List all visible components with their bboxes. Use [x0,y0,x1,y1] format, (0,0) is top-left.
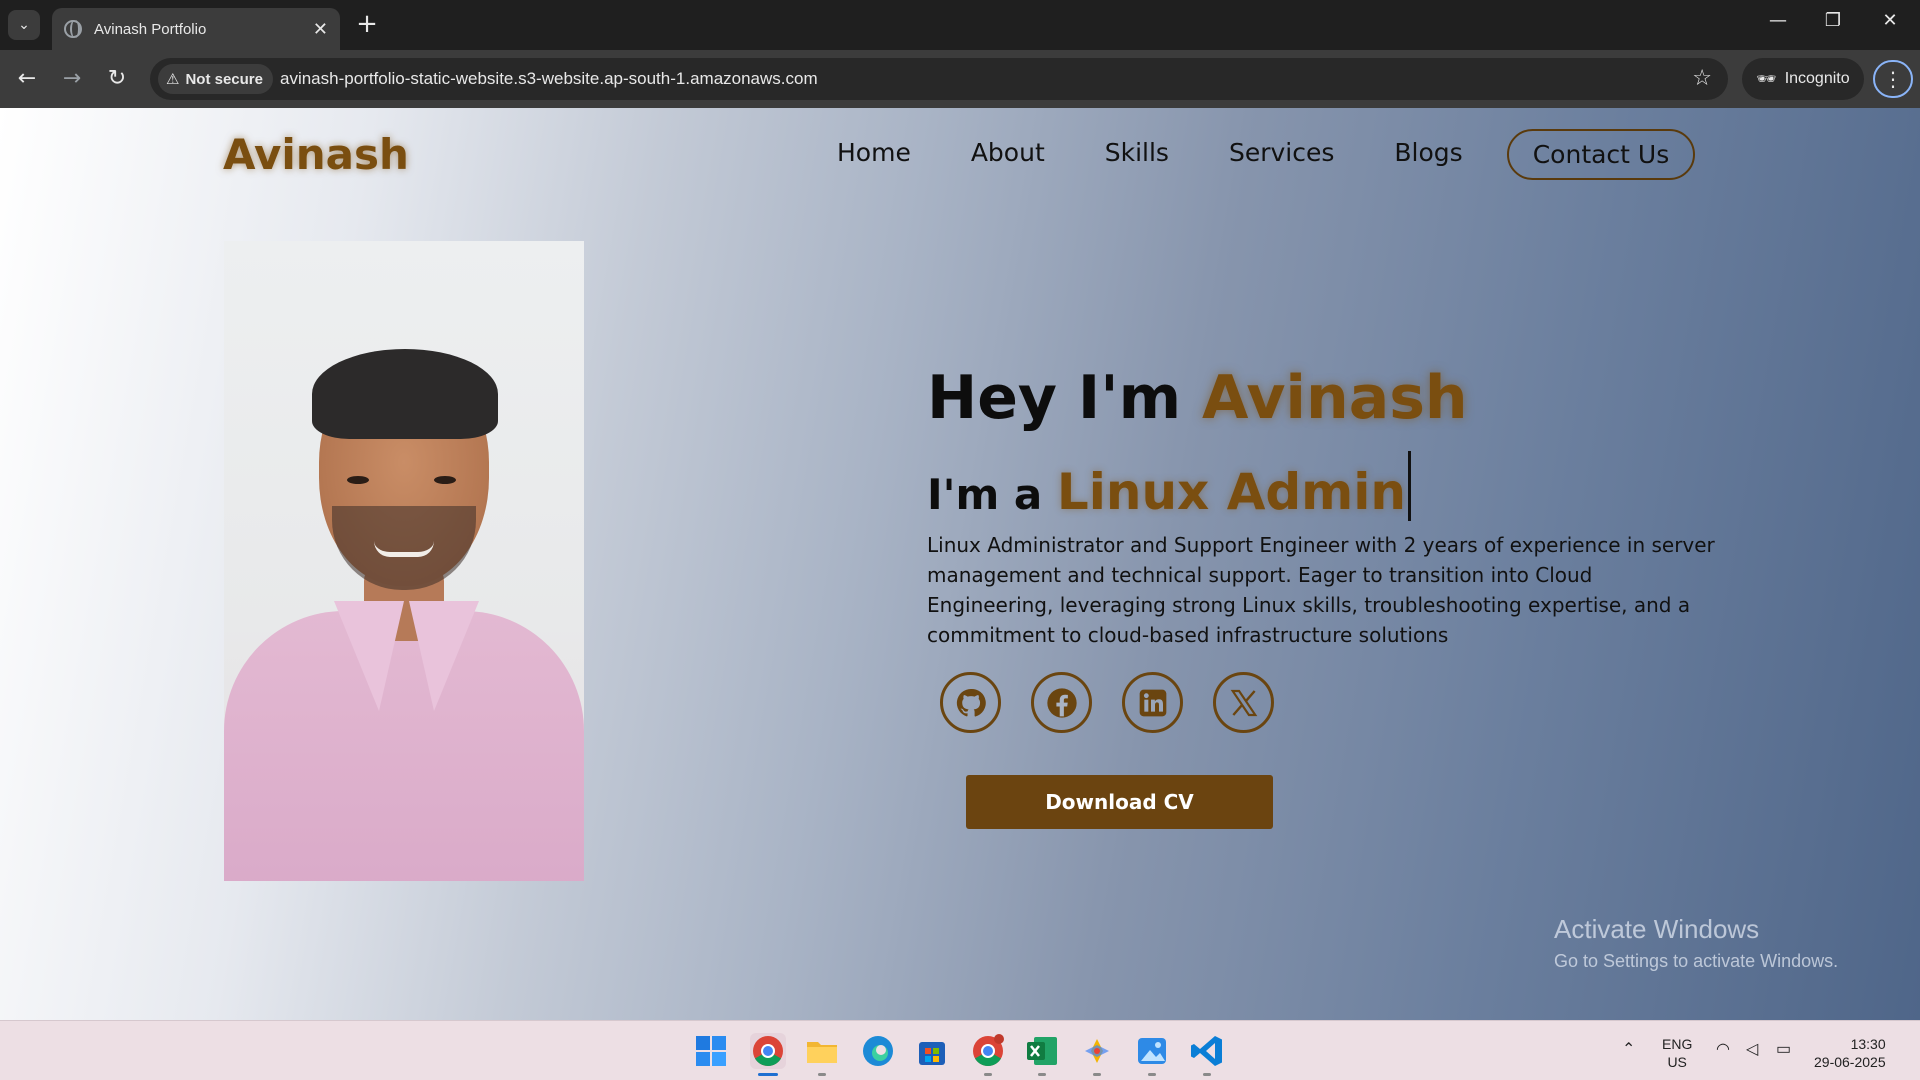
nav-services[interactable]: Services [1229,138,1334,167]
wifi-icon[interactable]: ◠ [1716,1041,1730,1059]
clock[interactable]: 13:30 29-06-2025 [1814,1035,1886,1071]
profile-photo [224,241,584,881]
close-window-button[interactable]: ✕ [1870,10,1910,31]
github-icon [956,688,986,716]
warning-icon: ⚠ [166,71,180,88]
browser-menu-button[interactable]: ⋮ [1873,60,1913,98]
volume-icon[interactable]: ◁ [1746,1041,1758,1059]
forward-button[interactable]: → [57,64,87,94]
reload-button[interactable]: ↻ [102,64,132,94]
hero-name: Avinash [1202,363,1468,433]
bookmark-star-icon[interactable]: ☆ [1692,66,1712,91]
app-indicator [984,1073,992,1076]
browser-tab[interactable]: Avinash Portfolio ✕ [52,8,340,50]
activate-windows-watermark: Activate Windows Go to Settings to activ… [1554,914,1838,972]
incognito-label: Incognito [1784,70,1850,87]
excel-icon[interactable] [1024,1033,1060,1069]
tab-title: Avinash Portfolio [94,20,207,38]
nav-skills[interactable]: Skills [1105,138,1169,167]
windows-start-icon[interactable] [693,1033,729,1069]
battery-icon[interactable]: ▭ [1776,1041,1791,1059]
url-text[interactable]: avinash-portfolio-static-website.s3-webs… [280,69,818,89]
hero-role: I'm a Linux Admin [927,451,1412,521]
browser-tab-bar: ⌄ Avinash Portfolio ✕ + — ❐ ✕ [0,0,1920,50]
watermark-title: Activate Windows [1554,914,1760,944]
language-code: ENG [1662,1036,1693,1052]
photos-icon[interactable] [1134,1033,1170,1069]
vscode-icon[interactable] [1189,1033,1225,1069]
gemini-icon[interactable] [1079,1033,1115,1069]
linkedin-link[interactable] [1122,672,1183,733]
restore-button[interactable]: ❐ [1813,10,1853,31]
browser-toolbar: ← → ↻ ⚠ Not secure avinash-portfolio-sta… [0,50,1920,108]
nav-home[interactable]: Home [837,138,911,167]
portfolio-page: Avinash Home About Skills Services Blogs… [0,108,1920,1020]
region-code: US [1667,1054,1687,1070]
chevron-down-icon: ⌄ [18,17,30,33]
show-hidden-icons-button[interactable]: ⌃ [1622,1041,1635,1059]
social-links [940,672,1274,733]
github-link[interactable] [940,672,1001,733]
back-button[interactable]: ← [12,64,42,94]
language-indicator[interactable]: ENG US [1662,1035,1692,1071]
nav-about[interactable]: About [971,138,1045,167]
facebook-link[interactable] [1031,672,1092,733]
tab-search-button[interactable]: ⌄ [8,10,40,40]
role-text: Linux Admin [1056,463,1407,521]
file-explorer-icon[interactable] [804,1033,840,1069]
hero-greeting: Hey I'm Avinash [927,363,1468,433]
clock-date: 29-06-2025 [1814,1054,1886,1070]
minimize-button[interactable]: — [1758,10,1798,31]
x-icon [1230,689,1257,716]
hero-bio: Linux Administrator and Support Engineer… [927,533,1715,647]
incognito-icon: 🕶 [1756,71,1777,88]
greeting-text: Hey I'm [927,363,1203,433]
watermark-subtitle: Go to Settings to activate Windows. [1554,951,1839,971]
main-nav: Home About Skills Services Blogs [837,138,1463,167]
typing-caret [1408,451,1412,521]
address-bar[interactable]: ⚠ Not secure avinash-portfolio-static-we… [150,58,1728,100]
chrome-icon[interactable] [750,1033,786,1069]
incognito-indicator[interactable]: 🕶 Incognito [1742,58,1864,100]
nav-blogs[interactable]: Blogs [1394,138,1462,167]
close-tab-icon[interactable]: ✕ [313,19,328,40]
app-indicator [818,1073,826,1076]
new-tab-button[interactable]: + [353,11,381,39]
contact-us-button[interactable]: Contact Us [1507,129,1695,180]
windows-taskbar: ⌃ ENG US ◠ ◁ ▭ 13:30 29-06-2025 [0,1020,1920,1080]
security-label: Not secure [185,70,263,88]
store-icon[interactable] [914,1033,950,1069]
x-link[interactable] [1213,672,1274,733]
globe-icon [64,20,82,38]
facebook-icon [1046,687,1077,718]
edge-icon[interactable] [860,1033,896,1069]
linkedin-icon [1139,689,1166,716]
download-cv-button[interactable]: Download CV [966,775,1273,829]
chrome-profile-icon[interactable] [970,1033,1006,1069]
app-indicator [1093,1073,1101,1076]
kebab-menu-icon: ⋮ [1883,67,1903,91]
app-indicator [1038,1073,1046,1076]
active-app-indicator [758,1073,778,1076]
role-prefix: I'm a [927,470,1057,519]
site-logo[interactable]: Avinash [223,130,409,179]
clock-time: 13:30 [1850,1036,1886,1052]
site-security-chip[interactable]: ⚠ Not secure [158,64,273,94]
app-indicator [1148,1073,1156,1076]
app-indicator [1203,1073,1211,1076]
